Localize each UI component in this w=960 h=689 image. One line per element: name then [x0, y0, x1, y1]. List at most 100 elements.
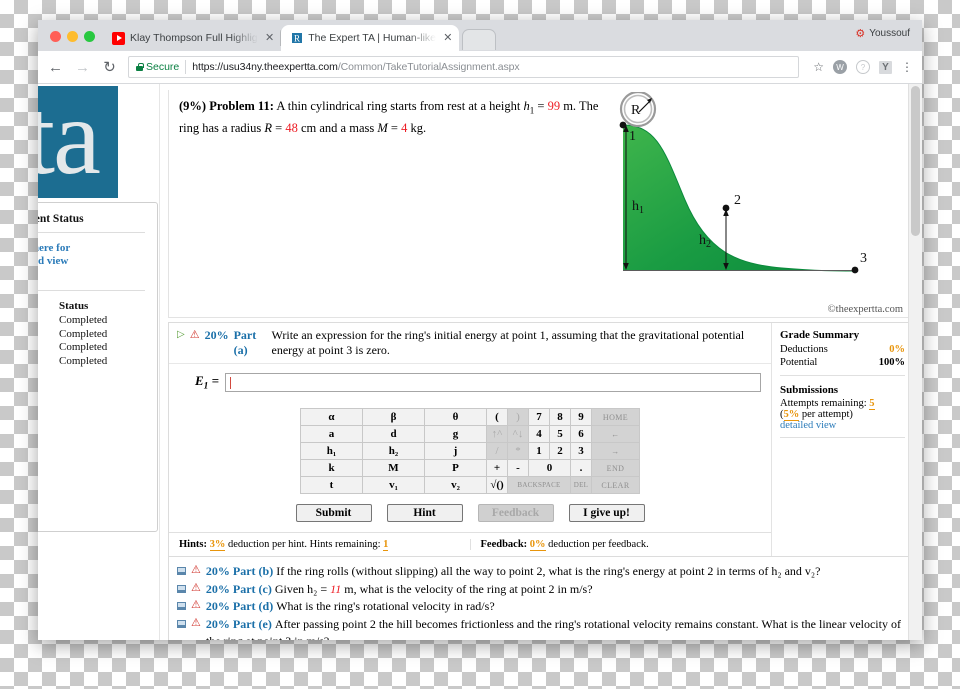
table-row[interactable] [38, 422, 145, 436]
star-icon[interactable]: ☆ [813, 60, 824, 74]
problem-number[interactable] [38, 409, 59, 423]
expand-part-icon[interactable] [177, 567, 186, 575]
browser-tab-expertta[interactable]: R The Expert TA | Human-like Gr ✕ [281, 25, 460, 51]
keypad-key-2[interactable]: 2 [549, 442, 571, 460]
expand-part-icon[interactable] [177, 584, 186, 593]
part-row[interactable]: ⚠ 20% Part (c) Given h₂ = 11 m, what is t… [177, 581, 905, 599]
keypad-key-h[interactable]: h₂ [362, 442, 425, 460]
problem-number[interactable] [38, 368, 59, 382]
part-text-post: m, what is the velocity of the ring at p… [341, 581, 593, 596]
hint-button[interactable]: Hint [386, 504, 463, 522]
page-scrollbar[interactable] [908, 84, 922, 640]
keypad-key-[interactable]: θ [424, 408, 487, 426]
keypad-key-[interactable]: √() [486, 476, 508, 494]
keypad-key-4[interactable]: 4 [528, 425, 550, 443]
keypad-key-[interactable]: ( [486, 408, 508, 426]
problem-number[interactable] [38, 355, 59, 369]
keypad-key-9[interactable]: 9 [570, 408, 592, 426]
kebab-menu-icon[interactable]: ⋮ [901, 60, 913, 74]
browser-tab-title: The Expert TA | Human-like Gr [308, 32, 437, 44]
part-row[interactable]: ⚠ 20% Part (e) After passing point 2 the … [177, 616, 905, 640]
problem-number[interactable] [38, 422, 59, 436]
keypad-key-[interactable]: ← [591, 425, 640, 443]
detailed-view-link[interactable]: lick here for etailed view [38, 242, 145, 268]
keypad-key-[interactable]: - [507, 459, 529, 477]
part-row[interactable]: ⚠ 20% Part (b) If the ring rolls (without… [177, 563, 905, 581]
keypad-key-8[interactable]: 8 [549, 408, 571, 426]
keypad-key-0[interactable]: 0 [528, 459, 571, 477]
extension-y-icon[interactable]: Y [879, 60, 892, 74]
math-keypad[interactable]: α β θ() 7 8 9 HOME a d g ↑^ ^↓ 4 5 6 ← h₁ h₂ j / * 1 2 3 → k M P + -0… [300, 408, 640, 494]
table-row[interactable]: 1 [38, 449, 145, 463]
keypad-key-3[interactable]: 3 [570, 442, 592, 460]
back-arrow-icon[interactable]: ← [47, 59, 64, 76]
close-window-button[interactable] [50, 31, 61, 42]
keypad-key-a[interactable]: a [300, 425, 363, 443]
problem-number[interactable] [38, 328, 59, 342]
table-row[interactable] [38, 395, 145, 409]
table-row[interactable]: Completed [38, 341, 145, 355]
problem-number[interactable] [38, 341, 59, 355]
grade-detailed-view-link[interactable]: detailed view [780, 420, 905, 431]
close-icon[interactable]: ✕ [263, 32, 274, 44]
keypad-key-del[interactable]: DEL [570, 476, 592, 494]
browser-tab-youtube[interactable]: Klay Thompson Full Highlights ✕ [103, 25, 282, 51]
problem-number[interactable] [38, 395, 59, 409]
keypad-key-1[interactable]: 1 [528, 442, 550, 460]
expand-part-icon[interactable] [177, 619, 186, 628]
table-row[interactable]: Completed [38, 355, 145, 369]
table-row[interactable]: 0 [38, 436, 145, 450]
profile-chip[interactable]: ⚙ Youssouf [855, 27, 910, 40]
extension-w-icon[interactable]: W [833, 60, 847, 74]
reload-icon[interactable]: ↻ [101, 58, 118, 76]
minimize-window-button[interactable] [67, 31, 78, 42]
maximize-window-button[interactable] [84, 31, 95, 42]
table-row[interactable] [38, 409, 145, 423]
problem-number[interactable] [38, 314, 59, 328]
problem-number[interactable]: 0 [38, 436, 59, 450]
keypad-key-[interactable]: β [362, 408, 425, 426]
table-row[interactable] [38, 368, 145, 382]
problem-number[interactable]: 1 [38, 449, 59, 463]
give-up-button[interactable]: I give up! [568, 504, 645, 522]
extension-help-icon[interactable]: ? [856, 60, 870, 74]
keypad-key-v[interactable]: v₁ [362, 476, 425, 494]
expand-part-icon[interactable] [177, 602, 186, 610]
scrollbar-thumb[interactable] [911, 86, 920, 236]
keypad-key-m[interactable]: M [362, 459, 425, 477]
potential-row: Potential 100% [780, 356, 905, 369]
keypad-key-j[interactable]: j [424, 442, 487, 460]
keypad-key-end[interactable]: END [591, 459, 640, 477]
table-row[interactable] [38, 382, 145, 396]
keypad-key-6[interactable]: 6 [570, 425, 592, 443]
keypad-key-[interactable]: → [591, 442, 640, 460]
problem-number[interactable] [38, 382, 59, 396]
keypad-key-h[interactable]: h₁ [300, 442, 363, 460]
answer-input[interactable] [225, 373, 761, 392]
keypad-key-5[interactable]: 5 [549, 425, 571, 443]
warning-icon: ⚠ [191, 616, 201, 629]
keypad-key-d[interactable]: d [362, 425, 425, 443]
keypad-key-v[interactable]: v₂ [424, 476, 487, 494]
keypad-key-7[interactable]: 7 [528, 408, 550, 426]
table-row[interactable]: Completed [38, 314, 145, 328]
keypad-key-[interactable]: + [486, 459, 508, 477]
url-origin: https://usu34ny.theexpertta.com [192, 61, 338, 73]
part-row[interactable]: ⚠ 20% Part (d) What is the ring's rotatio… [177, 598, 905, 616]
keypad-key-t[interactable]: t [300, 476, 363, 494]
table-row[interactable]: Completed [38, 328, 145, 342]
expand-triangle-icon[interactable]: ▷ [177, 328, 185, 342]
forward-arrow-icon[interactable]: → [74, 59, 91, 76]
submit-button[interactable]: Submit [295, 504, 372, 522]
keypad-key-backspace[interactable]: BACKSPACE [507, 476, 571, 494]
address-bar[interactable]: Secure https://usu34ny.theexpertta.com/C… [128, 56, 800, 78]
keypad-key-g[interactable]: g [424, 425, 487, 443]
keypad-key-clear[interactable]: CLEAR [591, 476, 640, 494]
keypad-key-[interactable]: . [570, 459, 592, 477]
close-icon[interactable]: ✕ [441, 32, 452, 44]
keypad-key-home[interactable]: HOME [591, 408, 640, 426]
keypad-key-[interactable]: α [300, 408, 363, 426]
keypad-key-k[interactable]: k [300, 459, 363, 477]
new-tab-button[interactable] [462, 29, 497, 50]
keypad-key-p[interactable]: P [424, 459, 487, 477]
